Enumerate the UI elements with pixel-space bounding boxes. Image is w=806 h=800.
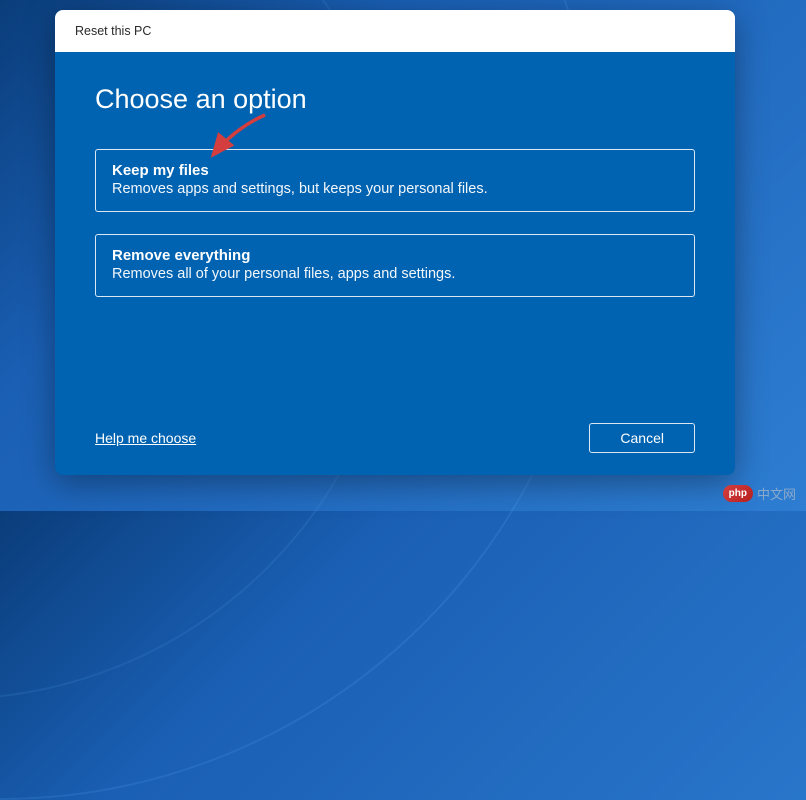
help-me-choose-link[interactable]: Help me choose [95,430,196,446]
dialog-content: Choose an option Keep my files Removes a… [55,52,735,297]
window-title: Reset this PC [75,24,151,38]
php-badge-icon: php [723,485,753,502]
option-description: Removes all of your personal files, apps… [112,266,678,282]
dialog-footer: Help me choose Cancel [95,423,695,453]
watermark: php 中文网 [723,484,796,503]
option-description: Removes apps and settings, but keeps you… [112,181,678,197]
titlebar: Reset this PC [55,10,735,52]
option-keep-my-files[interactable]: Keep my files Removes apps and settings,… [95,149,695,212]
option-title: Keep my files [112,162,678,179]
watermark-text: 中文网 [757,484,796,503]
reset-pc-dialog: Reset this PC Choose an option Keep my f… [55,10,735,475]
cancel-button[interactable]: Cancel [589,423,695,453]
page-heading: Choose an option [95,84,695,115]
option-title: Remove everything [112,247,678,264]
option-remove-everything[interactable]: Remove everything Removes all of your pe… [95,234,695,297]
